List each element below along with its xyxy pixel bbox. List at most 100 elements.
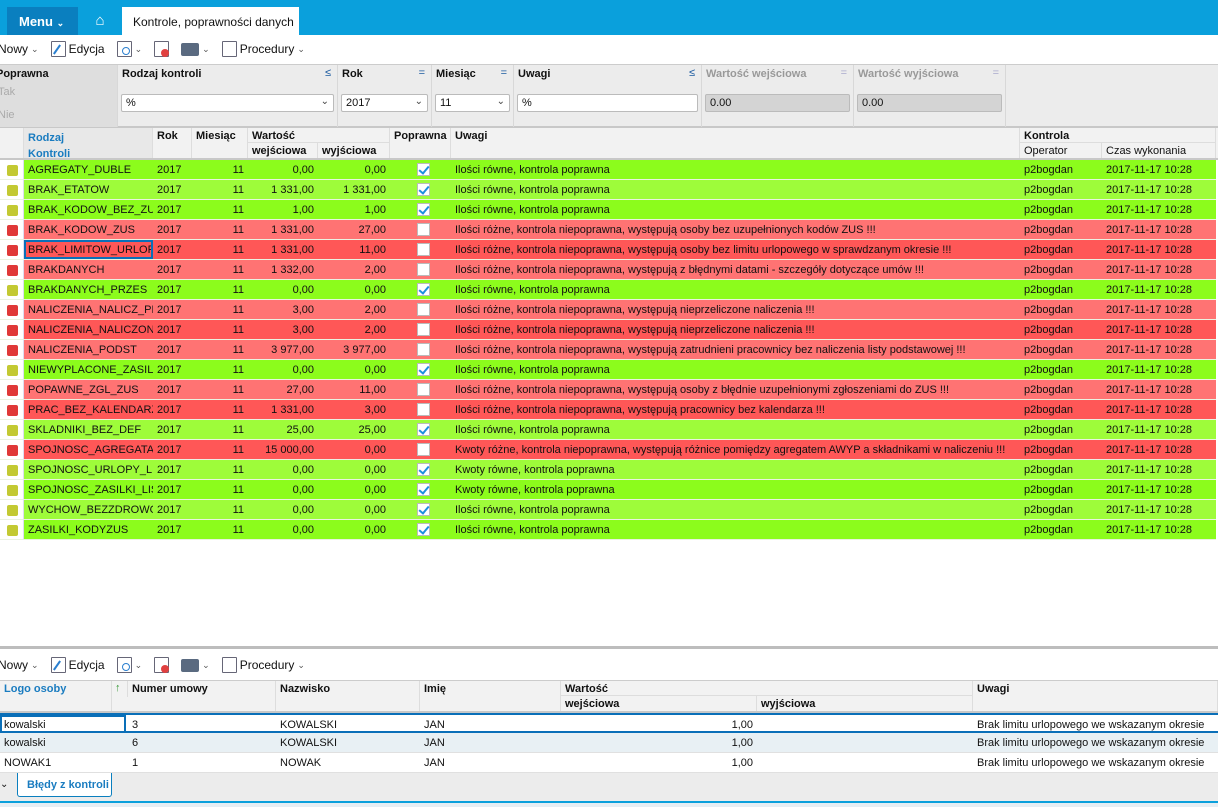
cell-czas[interactable]: 2017-11-17 10:28 — [1102, 360, 1216, 379]
cell-operator[interactable]: p2bogdan — [1020, 160, 1102, 179]
cell-wejsciowa[interactable]: 0,00 — [248, 360, 318, 379]
cell-name[interactable]: BRAK_KODOW_BEZ_ZUS — [24, 200, 153, 219]
cell-operator[interactable]: p2bogdan — [1020, 440, 1102, 459]
cell-wejsciowa[interactable]: 1 331,00 — [248, 220, 318, 239]
cell-uwagi[interactable]: Ilości równe, kontrola poprawna — [451, 360, 1020, 379]
cell-wyjsciowa[interactable] — [757, 733, 973, 753]
cell-operator[interactable]: p2bogdan — [1020, 340, 1102, 359]
cell-uwagi[interactable]: Brak limitu urlopowego we wskazanym okre… — [973, 715, 1218, 735]
cell-wyjsciowa[interactable]: 0,00 — [318, 520, 390, 539]
cell-wyjsciowa[interactable]: 25,00 — [318, 420, 390, 439]
cell-miesiac[interactable]: 11 — [192, 420, 248, 439]
cell-miesiac[interactable]: 11 — [192, 340, 248, 359]
col-uwagi[interactable]: Uwagi — [451, 128, 1020, 158]
filter-operator[interactable]: ≤ — [689, 67, 695, 79]
cell-rok[interactable]: 2017 — [153, 200, 192, 219]
cell-wyjsciowa[interactable]: 1,00 — [318, 200, 390, 219]
cell-miesiac[interactable]: 11 — [192, 460, 248, 479]
filter-rok-select[interactable]: 2017 ⌄ — [341, 94, 428, 112]
col-wyjsciowa[interactable]: wyjściowa — [318, 143, 390, 158]
cell-uwagi[interactable]: Ilości różne, kontrola niepoprawna, wyst… — [451, 400, 1020, 419]
cell-wejsciowa[interactable]: 27,00 — [248, 380, 318, 399]
table-row[interactable]: SKLADNIKI_BEZ_DEF 2017 11 25,00 25,00 Ilości … — [0, 420, 1216, 440]
cell-wyjsciowa[interactable]: 2,00 — [318, 320, 390, 339]
cell-wejsciowa[interactable]: 3,00 — [248, 300, 318, 319]
cell-miesiac[interactable]: 11 — [192, 240, 248, 259]
poprawna-checkbox[interactable] — [417, 363, 430, 376]
cell-miesiac[interactable]: 11 — [192, 380, 248, 399]
table-row[interactable]: BRAK_KODOW_ZUS 2017 11 1 331,00 27,00 Ilości … — [0, 220, 1216, 240]
col-poprawna[interactable]: Poprawna — [390, 128, 451, 158]
new-button[interactable]: Nowy ⌄ — [0, 658, 39, 672]
cell-operator[interactable]: p2bogdan — [1020, 320, 1102, 339]
poprawna-checkbox[interactable] — [417, 283, 430, 296]
cell-uwagi[interactable]: Brak limitu urlopowego we wskazanym okre… — [973, 733, 1218, 753]
cell-rok[interactable]: 2017 — [153, 380, 192, 399]
cell-rok[interactable]: 2017 — [153, 400, 192, 419]
table-row[interactable]: SPOJNOSC_AGREGATAW 2017 11 15 000,00 0,00 Kwo… — [0, 440, 1216, 460]
cell-name[interactable]: NALICZENIA_NALICZONE — [24, 320, 153, 339]
sort-ascending-icon[interactable]: ↑ — [112, 681, 128, 697]
cell-name[interactable]: SPOJNOSC_URLOPY_LIS — [24, 460, 153, 479]
cell-operator[interactable]: p2bogdan — [1020, 220, 1102, 239]
cell-wejsciowa[interactable]: 1,00 — [561, 733, 757, 753]
poprawna-checkbox[interactable] — [417, 423, 430, 436]
cell-operator[interactable]: p2bogdan — [1020, 300, 1102, 319]
cell-czas[interactable]: 2017-11-17 10:28 — [1102, 440, 1216, 459]
filter-option-yes[interactable]: Tak — [0, 86, 15, 98]
cell-name[interactable]: NALICZENIA_PODST — [24, 340, 153, 359]
cell-operator[interactable]: p2bogdan — [1020, 280, 1102, 299]
menu-button[interactable]: Menu ⌄ — [7, 7, 78, 35]
cell-wejsciowa[interactable]: 0,00 — [248, 160, 318, 179]
cell-name[interactable]: SPOJNOSC_ZASILKI_LIS — [24, 480, 153, 499]
cell-uwagi[interactable]: Kwoty różne, kontrola niepoprawna, wystę… — [451, 440, 1020, 459]
table-row[interactable]: NALICZENIA_NALICZONE 2017 11 3,00 2,00 Ilości… — [0, 320, 1216, 340]
cell-wejsciowa[interactable]: 1,00 — [248, 200, 318, 219]
new-button[interactable]: Nowy ⌄ — [0, 42, 39, 56]
cell-operator[interactable]: p2bogdan — [1020, 380, 1102, 399]
cell-rok[interactable]: 2017 — [153, 460, 192, 479]
cell-numer[interactable]: 3 — [128, 715, 276, 735]
cell-uwagi[interactable]: Ilości różne, kontrola niepoprawna, wyst… — [451, 380, 1020, 399]
cell-czas[interactable]: 2017-11-17 10:28 — [1102, 320, 1216, 339]
cell-uwagi[interactable]: Ilości różne, kontrola niepoprawna, wyst… — [451, 300, 1020, 319]
cell-czas[interactable]: 2017-11-17 10:28 — [1102, 180, 1216, 199]
detail-row[interactable]: NOWAK1 1 NOWAK JAN 1,00 Brak limitu urlopoweg… — [0, 753, 1218, 773]
detail-row[interactable]: kowalski 3 KOWALSKI JAN 1,00 Brak limitu urlo… — [0, 713, 1218, 735]
cell-rok[interactable]: 2017 — [153, 320, 192, 339]
col-wyjsciowa[interactable]: wyjściowa — [757, 696, 973, 711]
poprawna-checkbox[interactable] — [417, 263, 430, 276]
cell-czas[interactable]: 2017-11-17 10:28 — [1102, 200, 1216, 219]
filter-operator[interactable]: = — [501, 67, 507, 79]
cell-miesiac[interactable]: 11 — [192, 500, 248, 519]
cell-name[interactable]: AGREGATY_DUBLE — [24, 160, 153, 179]
cell-miesiac[interactable]: 11 — [192, 480, 248, 499]
cell-czas[interactable]: 2017-11-17 10:28 — [1102, 260, 1216, 279]
cell-czas[interactable]: 2017-11-17 10:28 — [1102, 220, 1216, 239]
table-row[interactable]: SPOJNOSC_ZASILKI_LIS 2017 11 0,00 0,00 Kwoty … — [0, 480, 1216, 500]
cell-uwagi[interactable]: Ilości równe, kontrola poprawna — [451, 180, 1020, 199]
cell-operator[interactable]: p2bogdan — [1020, 420, 1102, 439]
cell-operator[interactable]: p2bogdan — [1020, 480, 1102, 499]
cell-name[interactable]: PRAC_BEZ_KALENDARZ — [24, 400, 153, 419]
cell-imie[interactable]: JAN — [420, 733, 561, 753]
poprawna-checkbox[interactable] — [417, 463, 430, 476]
cell-wejsciowa[interactable]: 25,00 — [248, 420, 318, 439]
cell-name[interactable]: ZASILKI_KODYZUS — [24, 520, 153, 539]
cell-uwagi[interactable]: Kwoty równe, kontrola poprawna — [451, 480, 1020, 499]
cell-logo[interactable]: kowalski — [0, 715, 126, 735]
cell-operator[interactable]: p2bogdan — [1020, 460, 1102, 479]
cell-operator[interactable]: p2bogdan — [1020, 520, 1102, 539]
cell-miesiac[interactable]: 11 — [192, 260, 248, 279]
poprawna-checkbox[interactable] — [417, 383, 430, 396]
cell-rok[interactable]: 2017 — [153, 280, 192, 299]
cell-wejsciowa[interactable]: 0,00 — [248, 460, 318, 479]
col-miesiac[interactable]: Miesiąc — [192, 128, 248, 158]
col-wejsciowa[interactable]: wejściowa — [248, 143, 318, 158]
edit-button[interactable]: Edycja — [50, 657, 105, 673]
cell-wyjsciowa[interactable]: 2,00 — [318, 300, 390, 319]
preview-button[interactable]: ⌄ — [116, 657, 142, 673]
cell-uwagi[interactable]: Ilości równe, kontrola poprawna — [451, 500, 1020, 519]
tab-kontrole[interactable]: Kontrole, poprawności danych — [122, 7, 299, 35]
cell-czas[interactable]: 2017-11-17 10:28 — [1102, 280, 1216, 299]
